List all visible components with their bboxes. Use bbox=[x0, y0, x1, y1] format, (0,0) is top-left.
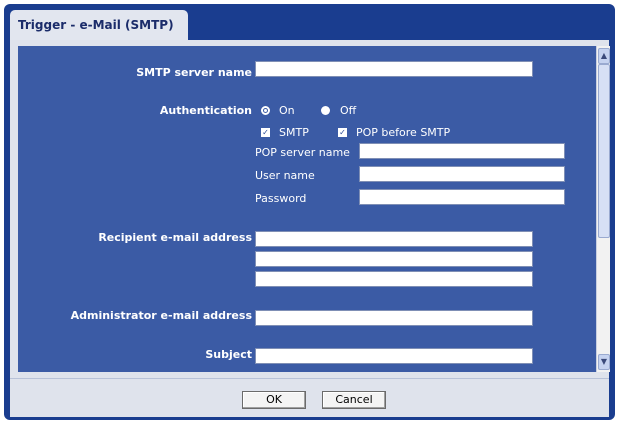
administrator-email-input[interactable] bbox=[255, 310, 533, 326]
tab-trigger-email[interactable]: Trigger - e-Mail (SMTP) bbox=[10, 10, 188, 40]
recipient-email-label: Recipient e-mail address bbox=[98, 231, 252, 244]
cancel-button[interactable]: Cancel bbox=[322, 391, 386, 409]
settings-window: Trigger - e-Mail (SMTP) SMTP server name… bbox=[4, 4, 615, 420]
auth-on-radio[interactable] bbox=[261, 106, 270, 115]
smtp-server-name-input[interactable] bbox=[255, 61, 533, 77]
smtp-checkbox[interactable]: ✓ bbox=[261, 128, 270, 137]
check-icon: ✓ bbox=[339, 128, 346, 137]
auth-on-label: On bbox=[279, 104, 295, 117]
recipient-email-input-3[interactable] bbox=[255, 271, 533, 287]
chevron-up-icon: ▲ bbox=[600, 51, 608, 60]
pop-server-name-label: POP server name bbox=[255, 146, 350, 159]
ok-button[interactable]: OK bbox=[242, 391, 306, 409]
settings-panel: SMTP server name Authentication On Off ✓… bbox=[10, 40, 610, 378]
recipient-email-input-1[interactable] bbox=[255, 231, 533, 247]
recipient-email-input-2[interactable] bbox=[255, 251, 533, 267]
subject-input[interactable] bbox=[255, 348, 533, 364]
scroll-up-button[interactable]: ▲ bbox=[598, 48, 610, 64]
administrator-email-label: Administrator e-mail address bbox=[70, 309, 252, 322]
auth-off-radio[interactable] bbox=[321, 106, 330, 115]
auth-off-label: Off bbox=[340, 104, 357, 117]
check-icon: ✓ bbox=[262, 128, 269, 137]
pop-before-smtp-checkbox[interactable]: ✓ bbox=[338, 128, 347, 137]
scroll-thumb[interactable] bbox=[598, 64, 610, 238]
vertical-scrollbar[interactable]: ▲ ▼ bbox=[596, 46, 610, 372]
password-input[interactable] bbox=[359, 189, 565, 205]
scroll-down-button[interactable]: ▼ bbox=[598, 354, 610, 370]
tab-label: Trigger - e-Mail (SMTP) bbox=[18, 18, 174, 32]
user-name-label: User name bbox=[255, 169, 315, 182]
subject-label: Subject bbox=[205, 348, 252, 361]
chevron-down-icon: ▼ bbox=[600, 357, 608, 366]
pop-before-smtp-label: POP before SMTP bbox=[356, 126, 451, 139]
form-area: SMTP server name Authentication On Off ✓… bbox=[18, 46, 596, 372]
smtp-checkbox-label: SMTP bbox=[279, 126, 309, 139]
smtp-server-name-label: SMTP server name bbox=[136, 66, 252, 79]
pop-server-name-input[interactable] bbox=[359, 143, 565, 159]
user-name-input[interactable] bbox=[359, 166, 565, 182]
authentication-label: Authentication bbox=[159, 104, 252, 117]
button-bar: OK Cancel bbox=[10, 378, 609, 417]
password-label: Password bbox=[255, 192, 307, 205]
